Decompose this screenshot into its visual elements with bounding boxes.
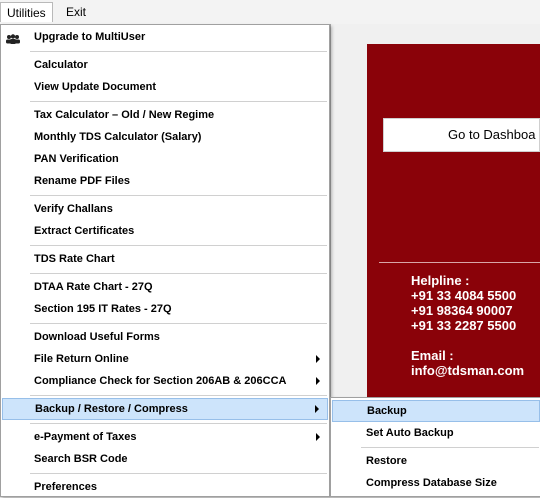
menu-item-label: e-Payment of Taxes: [34, 431, 137, 443]
submenu-item-restore[interactable]: Restore: [332, 450, 540, 472]
menu-item-search-bsr-code[interactable]: Search BSR Code: [2, 448, 328, 470]
submenu-arrow-icon: [315, 405, 319, 413]
utilities-dropdown: Upgrade to MultiUser Calculator View Upd…: [0, 24, 330, 497]
menu-item-e-payment-of-taxes[interactable]: e-Payment of Taxes: [2, 426, 328, 448]
menu-item-download-useful-forms[interactable]: Download Useful Forms: [2, 326, 328, 348]
menu-item-verify-challans[interactable]: Verify Challans: [2, 198, 328, 220]
menu-utilities[interactable]: Utilities: [0, 2, 53, 22]
menu-item-backup-restore-compress[interactable]: Backup / Restore / Compress: [2, 398, 328, 420]
menu-separator: [30, 273, 327, 274]
submenu-item-backup[interactable]: Backup: [332, 400, 540, 422]
menu-separator: [30, 423, 327, 424]
menu-exit[interactable]: Exit: [60, 2, 92, 22]
menu-bar: Utilities Exit: [0, 0, 540, 25]
submenu-separator: [361, 447, 539, 448]
menu-separator: [30, 195, 327, 196]
menu-separator: [30, 323, 327, 324]
menu-item-rename-pdf-files[interactable]: Rename PDF Files: [2, 170, 328, 192]
go-to-dashboard-button[interactable]: Go to Dashboa: [383, 118, 540, 152]
menu-item-view-update-document[interactable]: View Update Document: [2, 76, 328, 98]
submenu-arrow-icon: [316, 433, 320, 441]
submenu-item-compress-database[interactable]: Compress Database Size: [332, 472, 540, 494]
menu-item-calculator[interactable]: Calculator: [2, 54, 328, 76]
menu-item-section-195-rates[interactable]: Section 195 IT Rates - 27Q: [2, 298, 328, 320]
helpline-phone-1: +91 33 4084 5500: [411, 288, 517, 303]
submenu-item-set-auto-backup[interactable]: Set Auto Backup: [332, 422, 540, 444]
menu-item-dtaa-rate-chart[interactable]: DTAA Rate Chart - 27Q: [2, 276, 328, 298]
helpline-title: Helpline :: [411, 273, 470, 288]
submenu-arrow-icon: [316, 355, 320, 363]
submenu-arrow-icon: [316, 377, 320, 385]
email-address: info@tdsman.com: [411, 363, 525, 378]
menu-item-tax-calculator[interactable]: Tax Calculator – Old / New Regime: [2, 104, 328, 126]
menu-separator: [30, 473, 327, 474]
email-title: Email :: [411, 348, 454, 363]
menu-item-monthly-tds-calculator[interactable]: Monthly TDS Calculator (Salary): [2, 126, 328, 148]
menu-separator: [30, 51, 327, 52]
menu-item-label: Backup / Restore / Compress: [35, 403, 188, 415]
menu-item-compliance-check[interactable]: Compliance Check for Section 206AB & 206…: [2, 370, 328, 392]
menu-separator: [30, 395, 327, 396]
menu-separator: [30, 245, 327, 246]
menu-item-tds-rate-chart[interactable]: TDS Rate Chart: [2, 248, 328, 270]
menu-separator: [30, 101, 327, 102]
panel-divider: [379, 262, 540, 263]
menu-item-preferences[interactable]: Preferences: [2, 476, 328, 498]
menu-item-label: File Return Online: [34, 353, 129, 365]
menu-item-label: Compliance Check for Section 206AB & 206…: [34, 375, 287, 387]
menu-item-pan-verification[interactable]: PAN Verification: [2, 148, 328, 170]
menu-item-upgrade-multiuser[interactable]: Upgrade to MultiUser: [2, 26, 328, 48]
menu-item-file-return-online[interactable]: File Return Online: [2, 348, 328, 370]
backup-submenu: Backup Set Auto Backup Restore Compress …: [330, 397, 540, 497]
helpline-phone-3: +91 33 2287 5500: [411, 318, 517, 333]
contact-info: Helpline : +91 33 4084 5500 +91 98364 90…: [411, 273, 524, 378]
menu-item-extract-certificates[interactable]: Extract Certificates: [2, 220, 328, 242]
helpline-phone-2: +91 98364 90007: [411, 303, 513, 318]
